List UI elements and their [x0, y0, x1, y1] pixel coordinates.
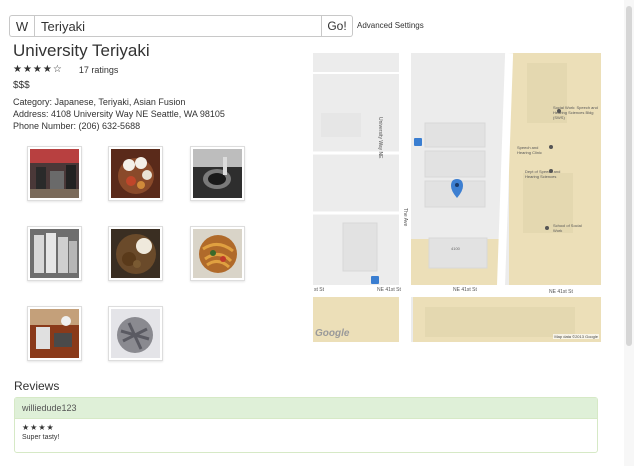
- ratings-count[interactable]: 17 ratings: [79, 65, 119, 75]
- reviews-heading: Reviews: [14, 379, 60, 393]
- rating-row: ★★★★☆ 17 ratings: [13, 64, 118, 75]
- map-street-label: University Way NE: [377, 117, 383, 159]
- map-poi-label[interactable]: Speech and Hearing Clinic: [517, 145, 549, 155]
- go-button[interactable]: Go!: [322, 15, 353, 37]
- category-text: Category: Japanese, Teriyaki, Asian Fusi…: [13, 97, 186, 107]
- advanced-settings-link[interactable]: Advanced Settings: [357, 21, 424, 30]
- map-poi-label[interactable]: Dept of Speech and Hearing Sciences: [525, 169, 565, 179]
- photo-spoon-dish: [193, 149, 242, 198]
- map-street-label: NE 41st St: [549, 289, 573, 295]
- photo-thumbnail[interactable]: [27, 306, 82, 361]
- photo-table: [30, 309, 79, 358]
- search-input[interactable]: [34, 15, 322, 37]
- photo-dish-rice: [111, 229, 160, 278]
- review-text: Super tasty!: [22, 434, 60, 441]
- scrollbar-thumb[interactable]: [626, 6, 632, 346]
- photo-thumbnail[interactable]: [190, 226, 245, 281]
- map-street-label: NE 41st St: [453, 287, 477, 293]
- photo-cups: [30, 229, 79, 278]
- map-building-number: 4100: [451, 246, 460, 251]
- map-poi-label[interactable]: Social Work: Speech and Hearing Sciences…: [553, 105, 601, 120]
- review-card: williedude123 ★★★★ Super tasty!: [14, 397, 598, 453]
- google-logo: Google: [315, 328, 350, 339]
- bus-stop-icon: [414, 138, 422, 146]
- wikipedia-w-button[interactable]: W: [9, 15, 34, 37]
- photo-thumbnail[interactable]: [27, 146, 82, 201]
- search-bar: W Go!: [9, 15, 353, 37]
- photo-thumbnail[interactable]: [108, 146, 163, 201]
- review-username[interactable]: williedude123: [15, 398, 597, 419]
- photo-dish-noodles: [193, 229, 242, 278]
- map-attribution[interactable]: Map data ©2013 Google: [553, 334, 599, 339]
- map-street-label: The Ave: [402, 208, 408, 227]
- phone-text: Phone Number: (206) 632-5688: [13, 121, 141, 131]
- photo-dish-eggs: [111, 149, 160, 198]
- price-level: $$$: [13, 80, 30, 91]
- map[interactable]: University Way NE The Ave st St NE 41st …: [313, 53, 601, 342]
- photo-dish-grey: [111, 309, 160, 358]
- rating-stars-icon: ★★★★☆: [13, 64, 63, 75]
- photo-thumbnail[interactable]: [27, 226, 82, 281]
- photo-thumbnail[interactable]: [108, 226, 163, 281]
- restaurant-title: University Teriyaki: [13, 41, 150, 60]
- photo-restaurant-interior: [30, 149, 79, 198]
- photo-thumbnail[interactable]: [108, 306, 163, 361]
- address-text: Address: 4108 University Way NE Seattle,…: [13, 109, 225, 119]
- map-street-label: st St: [314, 287, 325, 293]
- photo-thumbnail[interactable]: [190, 146, 245, 201]
- map-poi-label[interactable]: School of Social Work: [553, 223, 587, 233]
- map-canvas: [313, 53, 601, 342]
- map-street-label: NE 41st St: [377, 287, 401, 293]
- review-stars-icon: ★★★★: [22, 423, 55, 432]
- bus-stop-icon: [371, 276, 379, 284]
